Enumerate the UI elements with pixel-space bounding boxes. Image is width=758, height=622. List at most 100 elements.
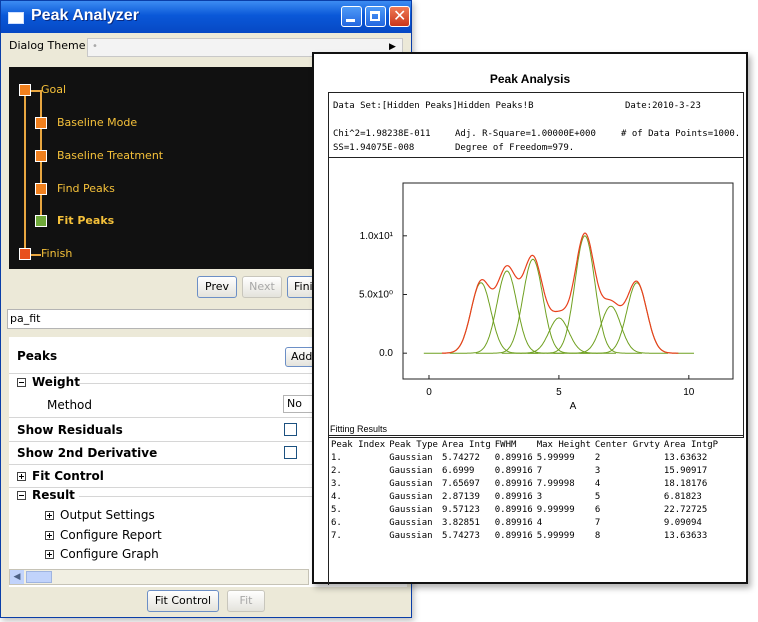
table-cell: 0.89916 [494,452,533,463]
collapse-icon[interactable] [17,378,26,387]
table-cell: Gaussian [389,504,433,515]
table-cell: 7.99998 [536,478,575,489]
table-cell: Gaussian [389,478,433,489]
close-button[interactable]: ✕ [389,6,410,27]
fit-control-label: Fit Control [32,469,104,483]
table-cell: 6.6999 [441,465,475,476]
goal-node-fit-peaks[interactable]: Fit Peaks [57,214,114,227]
chi2-text: Chi^2=1.98238E-011 [333,129,431,139]
next-button[interactable]: Next [242,276,282,298]
table-cell: 5.74273 [441,530,480,541]
table-cell: 6 [594,504,601,515]
minimize-button[interactable] [341,6,362,27]
table-cell: 2 [594,452,601,463]
table-cell: 0.89916 [494,530,533,541]
x-tick-label: 10 [683,387,695,398]
expand-icon[interactable] [45,531,54,540]
goal-node-baseline-mode[interactable]: Baseline Mode [57,116,137,129]
peak-curve [475,258,591,354]
dialog-theme-label: Dialog Theme [9,39,86,52]
goal-node-icon[interactable] [35,117,47,129]
prev-button[interactable]: Prev [197,276,237,298]
table-cell: 6.81823 [663,491,702,502]
title-bar[interactable]: Peak Analyzer ✕ [1,1,411,33]
fitting-results-table-frame: Peak Index Peak Type Area Intg FWHM Max Heig… [328,435,744,585]
table-cell: 5 [594,491,601,502]
peak-curve [423,282,539,354]
table-cell: 3 [536,491,543,502]
scroll-left-icon[interactable]: ◀ [10,570,24,584]
table-header: Area Intg [441,439,491,450]
data-points-text: # of Data Points=1000. [621,129,741,139]
result-row[interactable]: Result [17,488,75,502]
expand-icon[interactable] [45,511,54,520]
peak-curve [501,317,617,354]
table-cell: 0.89916 [494,465,533,476]
table-cell: 4 [594,478,601,489]
table-cell: 9.99999 [536,504,575,515]
show-residuals-checkbox[interactable] [284,423,297,436]
table-cell: 9.09094 [663,517,702,528]
dot-icon: • [92,41,98,52]
ss-text: SS=1.94075E-008 [333,143,415,153]
fit-control-button[interactable]: Fit Control [147,590,219,612]
table-cell: 13.63633 [663,530,708,541]
weight-row[interactable]: Weight [17,375,80,389]
table-header: FWHM [494,439,517,450]
dataset-text: Data Set:[Hidden Peaks]Hidden Peaks!B [333,101,534,111]
table-row: 2. Gaussian 6.6999 0.89916 7 3 15.90917 [329,464,720,477]
fit-control-row[interactable]: Fit Control [17,469,104,483]
goal-node-icon[interactable] [35,183,47,195]
table-row: 3. Gaussian 7.65697 0.89916 7.99998 4 18.18176 [329,477,720,490]
goal-node-find-peaks[interactable]: Find Peaks [57,182,115,195]
table-cell: 22.72725 [663,504,708,515]
table-header: Peak Index [331,439,386,450]
goal-node-goal[interactable]: Goal [41,83,66,96]
goal-node-icon[interactable] [35,215,47,227]
table-cell: 5. [331,504,342,515]
table-cell: 2.87139 [441,491,480,502]
fitting-results-table: Peak Index Peak Type Area Intg FWHM Max Heig… [329,438,720,542]
weight-label: Weight [32,375,80,389]
fit-button[interactable]: Fit [227,590,265,612]
table-row: 6. Gaussian 3.82851 0.89916 4 7 9.09094 [329,516,720,529]
collapse-icon[interactable] [17,491,26,500]
table-cell: 15.90917 [663,465,708,476]
configure-graph-row[interactable]: Configure Graph [45,547,159,561]
table-cell: 4. [331,491,342,502]
goal-node-finish[interactable]: Finish [41,247,72,260]
goal-node-icon[interactable] [19,248,31,260]
dof-text: Degree of Freedom=979. [455,143,575,153]
adj-r-square-text: Adj. R-Square=1.00000E+000 [455,129,596,139]
y-tick-label: 0.0 [379,348,393,359]
goal-node-icon[interactable] [35,150,47,162]
output-settings-row[interactable]: Output Settings [45,508,155,522]
show-2nd-derivative-checkbox[interactable] [284,446,297,459]
table-row: 4. Gaussian 2.87139 0.89916 3 5 6.81823 [329,490,720,503]
report-title: Peak Analysis [489,72,571,86]
peak-analysis-report: Peak Analysis Data Set:[Hidden Peaks]Hid… [312,52,748,585]
expand-icon[interactable] [17,472,26,481]
goal-node-baseline-treatment[interactable]: Baseline Treatment [57,149,163,162]
scroll-thumb[interactable] [26,571,52,583]
date-text: Date:2010-3-23 [625,101,701,111]
table-cell: Gaussian [389,452,433,463]
table-cell: 7 [536,465,543,476]
table-header: Area IntgP [663,439,719,450]
table-row: 5. Gaussian 9.57123 0.89916 9.99999 6 22.72725 [329,503,720,516]
goal-node-icon[interactable] [19,84,31,96]
y-tick-label: 5.0x10⁰ [359,289,393,300]
fit-statistics-box: Data Set:[Hidden Peaks]Hidden Peaks!B Da… [328,92,744,158]
maximize-button[interactable] [365,6,386,27]
table-cell: Gaussian [389,465,433,476]
configure-report-row[interactable]: Configure Report [45,528,162,542]
peak-chart: 0 5 10 0.0 5.0x10⁰ 1.0x10¹ A [359,182,734,412]
x-axis-label: A [570,401,577,412]
table-row: 7. Gaussian 5.74273 0.89916 5.99999 8 13.63633 [329,529,720,542]
expand-icon[interactable] [45,550,54,559]
table-cell: 7 [594,517,601,528]
table-cell: 5.99999 [536,452,575,463]
close-icon: ✕ [393,6,407,25]
table-cell: 3. [331,478,342,489]
horizontal-scrollbar[interactable]: ◀ [9,569,309,585]
